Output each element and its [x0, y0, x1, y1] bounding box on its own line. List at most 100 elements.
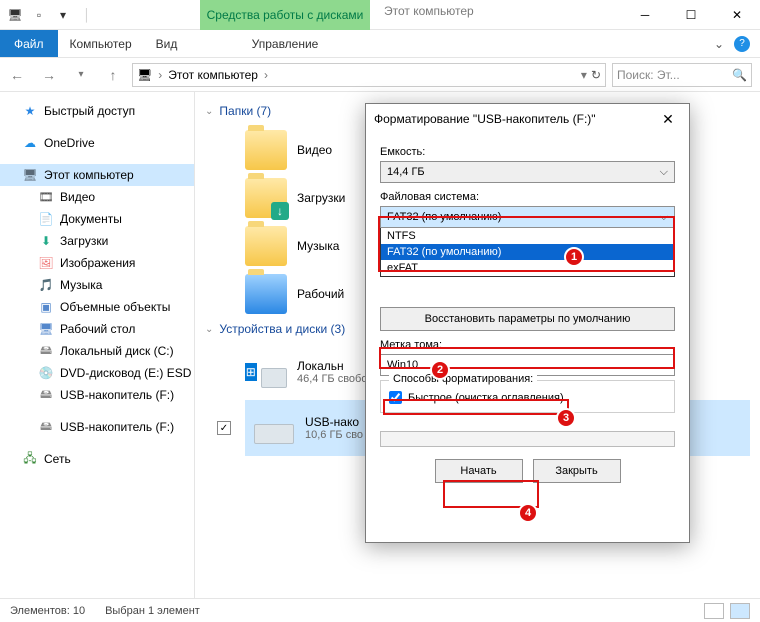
group-header-label: Устройства и диски (3): [219, 322, 345, 336]
dialog-titlebar: Форматирование "USB-накопитель (F:)" ✕: [366, 104, 689, 134]
sidebar-item-quick-access[interactable]: ★ Быстрый доступ: [0, 100, 194, 122]
folder-label: Рабочий: [297, 287, 344, 301]
search-icon: 🔍: [732, 68, 747, 82]
thispc-icon[interactable]: 🖥: [4, 4, 26, 26]
sidebar-item-dvd-e[interactable]: 💿 DVD-дисковод (E:) ESD: [0, 362, 194, 384]
filesystem-label: Файловая система:: [380, 191, 675, 203]
thispc-small-icon: 🖥: [137, 68, 152, 82]
folder-icon: [245, 130, 287, 170]
callout-badge-1: 1: [564, 247, 584, 267]
close-dialog-button[interactable]: Закрыть: [533, 459, 621, 483]
format-methods-legend: Способы форматирования:: [389, 373, 537, 385]
help-icon[interactable]: ?: [734, 36, 750, 52]
device-sub: 46,4 ГБ свобод: [297, 373, 374, 385]
maximize-button[interactable]: ☐: [668, 0, 714, 30]
image-icon: 🖼: [38, 255, 54, 271]
sidebar-item-documents[interactable]: 📄Документы: [0, 208, 194, 230]
window-controls: ─ ☐ ✕: [622, 0, 760, 30]
device-sub: 10,6 ГБ сво: [305, 429, 363, 441]
sidebar-item-downloads[interactable]: ⬇Загрузки: [0, 230, 194, 252]
sidebar-item-localdisk-c[interactable]: 🖴Локальный диск (C:): [0, 340, 194, 362]
chevron-down-icon: ⌵: [660, 211, 668, 224]
sidebar-item-usb-f[interactable]: 🖴USB-накопитель (F:): [0, 384, 194, 406]
capacity-label: Емкость:: [380, 146, 675, 158]
window-titlebar: 🖥 ▫ ▾ │ ─ ☐ ✕: [0, 0, 760, 30]
sidebar-item-thispc[interactable]: 🖥Этот компьютер: [0, 164, 194, 186]
filesystem-dropdown: NTFS FAT32 (по умолчанию) exFAT: [380, 228, 675, 277]
breadcrumb-sep-icon: ›: [264, 68, 268, 82]
breadcrumb[interactable]: 🖥 › Этот компьютер › ▾ ↻: [132, 63, 606, 87]
ribbon-collapse-icon[interactable]: ⌄: [714, 37, 724, 51]
cloud-icon: ☁: [22, 135, 38, 151]
folder-label: Загрузки: [297, 191, 345, 205]
chevron-down-icon: ⌄: [205, 106, 213, 117]
quick-format-label: Быстрое (очистка оглавления): [408, 392, 564, 404]
sidebar-item-onedrive[interactable]: ☁OneDrive: [0, 132, 194, 154]
sidebar-label: USB-накопитель (F:): [60, 420, 174, 434]
address-bar: ← → ▾ ↑ 🖥 › Этот компьютер › ▾ ↻ Поиск: …: [0, 58, 760, 92]
dialog-close-button[interactable]: ✕: [655, 106, 681, 132]
sidebar-label: Сеть: [44, 452, 71, 466]
chevron-down-icon: ⌵: [660, 166, 668, 179]
sidebar-item-music[interactable]: 🎵 Музыка: [0, 274, 194, 296]
download-overlay-icon: ↓: [271, 202, 289, 220]
view-switcher: [704, 603, 750, 619]
sidebar-label: Видео: [60, 190, 95, 204]
filesystem-value: FAT32 (по умолчанию): [387, 211, 501, 223]
sidebar-item-videos[interactable]: 🎞Видео: [0, 186, 194, 208]
up-button[interactable]: ↑: [100, 62, 126, 88]
file-tab[interactable]: Файл: [0, 30, 58, 57]
tab-manage[interactable]: Управление: [200, 30, 370, 58]
sidebar-item-desktop[interactable]: 🖥Рабочий стол: [0, 318, 194, 340]
start-button[interactable]: Начать: [435, 459, 523, 483]
star-icon: ★: [22, 103, 38, 119]
network-icon: 🖧: [22, 451, 38, 467]
qat-dropdown-icon[interactable]: ▾: [52, 4, 74, 26]
sidebar-item-network[interactable]: 🖧 Сеть: [0, 448, 194, 470]
music-icon: 🎵: [38, 277, 54, 293]
usb-icon: 🖴: [38, 419, 54, 435]
restore-defaults-button[interactable]: Восстановить параметры по умолчанию: [380, 307, 675, 331]
device-checkbox[interactable]: ✓: [217, 421, 231, 435]
chevron-down-icon: ⌄: [205, 324, 213, 335]
device-name: Локальн: [297, 359, 374, 373]
format-methods-group: Способы форматирования: Быстрое (очистка…: [380, 380, 675, 413]
sidebar-label: Этот компьютер: [44, 168, 134, 182]
dvd-icon: 💿: [38, 365, 54, 381]
tab-computer[interactable]: Компьютер: [58, 30, 144, 57]
sidebar-item-pictures[interactable]: 🖼Изображения: [0, 252, 194, 274]
sidebar-label: DVD-дисковод (E:) ESD: [60, 366, 191, 380]
qat-separator: │: [76, 4, 98, 26]
fs-option-ntfs[interactable]: NTFS: [381, 228, 674, 244]
quick-format-checkbox[interactable]: [389, 391, 402, 404]
minimize-button[interactable]: ─: [622, 0, 668, 30]
tiles-view-icon[interactable]: [730, 603, 750, 619]
sidebar-label: Быстрый доступ: [44, 104, 135, 118]
refresh-icon[interactable]: ↻: [591, 68, 601, 82]
fs-option-fat32[interactable]: FAT32 (по умолчанию): [381, 244, 674, 260]
qat-icon[interactable]: ▫: [28, 4, 50, 26]
filesystem-select[interactable]: FAT32 (по умолчанию) ⌵: [380, 206, 675, 228]
contextual-tab-title: Средства работы с дисками: [200, 0, 370, 30]
recent-button[interactable]: ▾: [68, 62, 94, 88]
sidebar-label: Музыка: [60, 278, 102, 292]
dialog-title: Форматирование "USB-накопитель (F:)": [374, 112, 596, 126]
details-view-icon[interactable]: [704, 603, 724, 619]
addr-dropdown-icon[interactable]: ▾: [581, 68, 587, 82]
download-icon: ⬇: [38, 233, 54, 249]
search-input[interactable]: Поиск: Эт... 🔍: [612, 63, 752, 87]
tab-view[interactable]: Вид: [144, 30, 190, 57]
callout-badge-4: 4: [518, 503, 538, 523]
sidebar-item-3dobjects[interactable]: ▣Объемные объекты: [0, 296, 194, 318]
forward-button[interactable]: →: [36, 62, 62, 88]
sidebar-label: USB-накопитель (F:): [60, 388, 174, 402]
breadcrumb-item[interactable]: Этот компьютер: [168, 68, 258, 82]
capacity-select[interactable]: 14,4 ГБ⌵: [380, 161, 675, 183]
fs-option-exfat[interactable]: exFAT: [381, 260, 674, 276]
folder-icon: [245, 226, 287, 266]
disk-icon: [253, 408, 295, 448]
back-button[interactable]: ←: [4, 62, 30, 88]
sidebar-item-usb-f-2[interactable]: 🖴 USB-накопитель (F:): [0, 416, 194, 438]
close-button[interactable]: ✕: [714, 0, 760, 30]
doc-icon: 📄: [38, 211, 54, 227]
